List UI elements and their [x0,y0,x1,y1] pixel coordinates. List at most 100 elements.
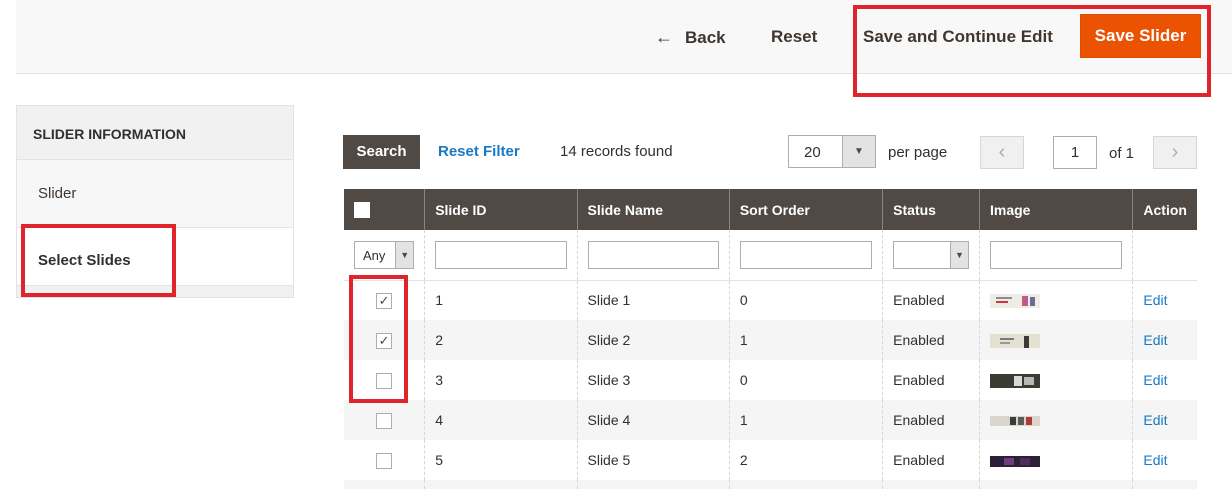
column-header-image[interactable]: Image [979,189,1134,230]
filter-cell-name [577,230,730,281]
slide-thumbnail-icon [990,294,1040,309]
filter-cell-sort [729,230,884,281]
search-button[interactable]: Search [343,135,420,169]
slide-thumbnail-icon [990,416,1040,427]
slide-name-cell: Slide 1 [577,280,730,320]
filter-cell-id [424,230,578,281]
column-header-slide-id[interactable]: Slide ID [424,189,578,230]
table-row: ✓ 2 Slide 2 1 Enabled Edit [344,320,1197,360]
per-page-label: per page [888,144,948,161]
chevron-down-icon: ▼ [395,241,414,268]
status-cell: Enabled [882,280,980,320]
filter-cell-action [1132,230,1197,281]
row-select-cell: ✓ [344,320,426,360]
column-header-sort-order[interactable]: Sort Order [729,189,884,230]
slide-id-cell: 2 [424,320,578,360]
select-all-checkbox[interactable] [354,202,370,219]
filter-select-in-slider[interactable]: Any ▼ [354,240,415,269]
row-checkbox[interactable]: ✓ [376,292,393,309]
row-select-cell: ✓ [344,280,426,320]
sidebar-footer [16,286,294,298]
table-row: 5 Slide 5 2 Enabled Edit [344,440,1197,480]
sort-order-cell: 0 [729,280,884,320]
column-header-status[interactable]: Status [882,189,980,230]
edit-link[interactable]: Edit [1143,452,1167,468]
slide-name-cell: Slide 5 [577,440,730,480]
slide-name-cell: Slide 3 [577,360,730,400]
next-page-button[interactable]: › [1153,136,1197,169]
row-select-cell [344,360,426,400]
table-row [344,480,1197,489]
filter-input-sort-order[interactable] [739,240,873,269]
action-cell: Edit [1132,360,1197,400]
action-cell: Edit [1132,400,1197,440]
back-button[interactable]: ← Back [655,24,726,50]
row-checkbox[interactable] [376,372,393,389]
previous-page-button[interactable]: ‹ [980,136,1024,169]
sidebar-item-select-slides[interactable]: Select Slides [16,228,294,286]
chevron-left-icon: ‹ [998,141,1006,163]
row-select-cell [344,400,426,440]
edit-link[interactable]: Edit [1143,372,1167,388]
filter-input-slide-id[interactable] [435,240,567,269]
slide-id-cell: 4 [424,400,578,440]
save-and-continue-button[interactable]: Save and Continue Edit [863,24,1053,50]
filter-row: Any ▼ ▼ [344,230,1197,281]
row-checkbox[interactable]: ✓ [376,332,393,349]
save-slider-button[interactable]: Save Slider [1080,14,1201,58]
status-cell: Enabled [882,360,980,400]
edit-link[interactable]: Edit [1143,292,1167,308]
sidebar: SLIDER INFORMATION Slider Select Slides [16,105,294,298]
sidebar-item-slider[interactable]: Slider [16,160,294,228]
chevron-down-icon: ▼ [842,136,875,167]
filter-select-value: Any [363,247,386,263]
filter-input-image[interactable] [990,240,1123,269]
row-checkbox[interactable] [376,452,393,469]
image-cell [979,440,1134,480]
filter-cell-image [979,230,1134,281]
sort-order-cell: 1 [729,320,884,360]
slide-name-cell: Slide 2 [577,320,730,360]
grid-header-row: Slide ID Slide Name Sort Order Status Im… [344,189,1197,230]
back-label: Back [685,28,726,47]
sort-order-cell: 0 [729,360,884,400]
slide-name-cell: Slide 4 [577,400,730,440]
sidebar-title: SLIDER INFORMATION [16,105,294,160]
chevron-down-icon: ▼ [950,241,968,268]
table-row: 3 Slide 3 0 Enabled Edit [344,360,1197,400]
image-cell [979,400,1134,440]
reset-filter-link[interactable]: Reset Filter [438,143,520,160]
edit-link[interactable]: Edit [1143,332,1167,348]
row-checkbox[interactable] [376,412,393,429]
slide-thumbnail-icon [990,334,1040,349]
slide-id-cell: 5 [424,440,578,480]
select-all-header [344,189,426,230]
filter-input-slide-name[interactable] [587,240,719,269]
image-cell [979,360,1134,400]
action-cell: Edit [1132,440,1197,480]
total-pages-label: of 1 [1109,145,1135,162]
status-cell: Enabled [882,440,980,480]
slide-id-cell: 1 [424,280,578,320]
records-count: 14 records found [560,143,673,160]
edit-link[interactable]: Edit [1143,412,1167,428]
column-header-slide-name[interactable]: Slide Name [577,189,730,230]
slide-thumbnail-icon [990,374,1040,389]
slide-id-cell: 3 [424,360,578,400]
reset-button[interactable]: Reset [771,24,817,50]
page-number-input[interactable]: 1 [1053,136,1097,169]
sort-order-cell: 1 [729,400,884,440]
image-cell [979,280,1134,320]
column-header-action: Action [1132,189,1197,230]
status-cell: Enabled [882,320,980,360]
filter-cell-status: ▼ [882,230,980,281]
action-cell: Edit [1132,320,1197,360]
chevron-right-icon: › [1171,141,1179,163]
action-cell: Edit [1132,280,1197,320]
table-row: ✓ 1 Slide 1 0 Enabled Edit [344,280,1197,320]
filter-select-status[interactable]: ▼ [893,240,969,269]
slides-grid: Slide ID Slide Name Sort Order Status Im… [344,189,1197,489]
slide-thumbnail-icon [990,455,1040,467]
per-page-select[interactable]: 20 ▼ [788,135,876,168]
table-row: 4 Slide 4 1 Enabled Edit [344,400,1197,440]
